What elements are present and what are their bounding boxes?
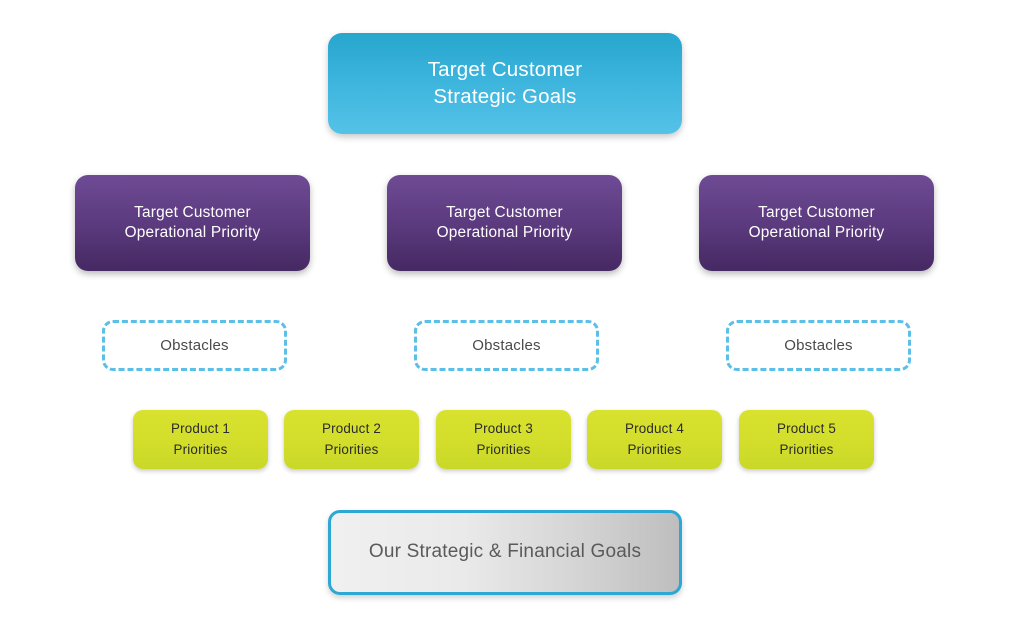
obstacles-label-3: Obstacles — [784, 336, 853, 354]
operational-priority-3-line-1: Target Customer — [758, 203, 875, 221]
operational-priority-2-line-1: Target Customer — [446, 203, 563, 221]
operational-priority-box-1[interactable]: Target Customer Operational Priority — [75, 175, 310, 271]
product-priorities-box-3[interactable]: Product 3 Priorities — [436, 410, 571, 469]
product-priorities-box-4[interactable]: Product 4 Priorities — [587, 410, 722, 469]
obstacles-box-3[interactable]: Obstacles — [726, 320, 911, 371]
obstacles-label-1: Obstacles — [160, 336, 229, 354]
financial-goals-label: Our Strategic & Financial Goals — [368, 541, 642, 563]
product-5-line-2: Priorities — [779, 441, 834, 457]
strategic-goals-line-2: Strategic Goals — [433, 84, 577, 108]
obstacles-box-2[interactable]: Obstacles — [414, 320, 599, 371]
strategic-goals-line-1: Target Customer — [427, 57, 583, 81]
operational-priority-1-line-1: Target Customer — [134, 203, 251, 221]
operational-priority-2-line-2: Operational Priority — [436, 224, 573, 241]
product-2-line-2: Priorities — [324, 441, 379, 457]
product-priorities-box-5[interactable]: Product 5 Priorities — [739, 410, 874, 469]
product-1-line-2: Priorities — [173, 441, 228, 457]
obstacles-box-1[interactable]: Obstacles — [102, 320, 287, 371]
product-4-line-1: Product 4 — [624, 420, 685, 436]
product-2-line-1: Product 2 — [321, 420, 382, 436]
product-3-line-2: Priorities — [476, 441, 531, 457]
product-4-line-2: Priorities — [627, 441, 682, 457]
operational-priority-1-line-2: Operational Priority — [124, 224, 261, 241]
product-1-line-1: Product 1 — [170, 420, 231, 436]
financial-goals-box[interactable]: Our Strategic & Financial Goals — [328, 510, 682, 595]
product-priorities-box-2[interactable]: Product 2 Priorities — [284, 410, 419, 469]
operational-priority-box-2[interactable]: Target Customer Operational Priority — [387, 175, 622, 271]
operational-priority-box-3[interactable]: Target Customer Operational Priority — [699, 175, 934, 271]
strategic-goals-box[interactable]: Target Customer Strategic Goals — [328, 33, 682, 134]
diagram-canvas: Target Customer Strategic Goals Target C… — [0, 0, 1024, 625]
obstacles-label-2: Obstacles — [472, 336, 541, 354]
product-5-line-1: Product 5 — [776, 420, 837, 436]
product-priorities-box-1[interactable]: Product 1 Priorities — [133, 410, 268, 469]
product-3-line-1: Product 3 — [473, 420, 534, 436]
operational-priority-3-line-2: Operational Priority — [748, 224, 885, 241]
